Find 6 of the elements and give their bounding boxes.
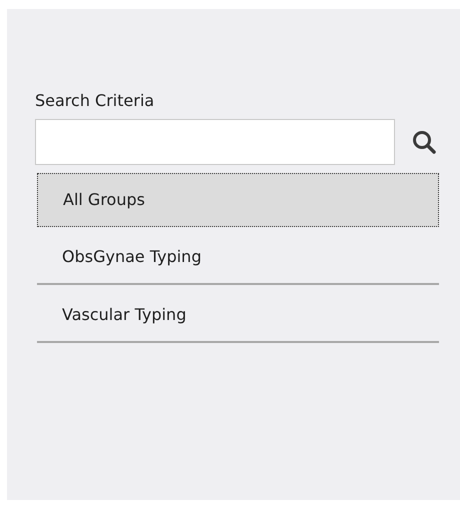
field-label: Search Criteria [35,90,154,112]
search-icon[interactable] [411,129,437,155]
group-list-item[interactable]: ObsGynae Typing [37,231,439,285]
group-list-item[interactable]: Vascular Typing [37,289,439,343]
search-field[interactable] [35,119,395,165]
group-list-item[interactable]: All Groups [37,173,439,227]
